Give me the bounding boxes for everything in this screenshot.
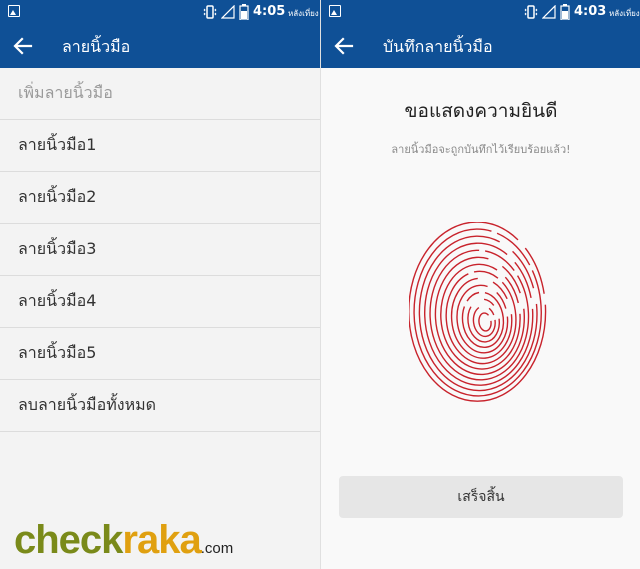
image-icon	[8, 5, 20, 17]
delete-all-fingerprints-item[interactable]: ลบลายนิ้วมือทั้งหมด	[0, 380, 320, 432]
battery-icon	[560, 4, 570, 20]
battery-icon	[239, 4, 249, 20]
fingerprint-ridge	[478, 312, 492, 332]
fingerprint-ridge	[472, 305, 496, 338]
fingerprint-item-5[interactable]: ลายนิ้วมือ5	[0, 328, 320, 380]
image-icon	[329, 5, 341, 17]
add-fingerprint-item: เพิ่มลายนิ้วมือ	[0, 68, 320, 120]
page-title: ลายนิ้วมือ	[62, 37, 131, 56]
watermark-logo: checkraka.com	[14, 518, 234, 562]
fingerprint-item-1[interactable]: ลายนิ้วมือ1	[0, 120, 320, 172]
app-bar: บันทึกลายนิ้วมือ	[321, 24, 640, 68]
fingerprint-list: เพิ่มลายนิ้วมือ ลายนิ้วมือ1 ลายนิ้วมือ2 …	[0, 68, 320, 432]
status-bar: 4:05 หลังเที่ยง	[0, 0, 320, 24]
status-bar: 4:03 หลังเที่ยง	[321, 0, 640, 24]
signal-icon	[221, 5, 235, 19]
fingerprint-saved-screen: 4:03 หลังเที่ยง บันทึกลายนิ้วมือ ขอแสดงค…	[320, 0, 640, 569]
fingerprint-ridge	[413, 228, 542, 397]
fingerprint-ridge	[450, 277, 513, 359]
signal-icon	[542, 5, 556, 19]
fingerprint-item-4[interactable]: ลายนิ้วมือ4	[0, 276, 320, 328]
status-ampm: หลังเที่ยง	[609, 9, 640, 18]
fingerprint-ridge	[424, 242, 534, 386]
back-arrow-icon[interactable]	[12, 35, 34, 57]
page-title: บันทึกลายนิ้วมือ	[383, 37, 493, 56]
fingerprint-item-2[interactable]: ลายนิ้วมือ2	[0, 172, 320, 224]
status-time: 4:05	[253, 4, 286, 19]
fingerprint-list-screen: 4:05 หลังเที่ยง ลายนิ้วมือ เพิ่มลายนิ้วม…	[0, 0, 320, 569]
saved-message: ลายนิ้วมือจะถูกบันทึกไว้เรียบร้อยแล้ว!	[391, 143, 571, 156]
vibrate-icon	[203, 5, 217, 19]
vibrate-icon	[524, 5, 538, 19]
congratulations-heading: ขอแสดงความยินดี	[404, 100, 558, 122]
status-time: 4:03	[574, 4, 607, 19]
fingerprint-item-3[interactable]: ลายนิ้วมือ3	[0, 224, 320, 276]
status-ampm: หลังเที่ยง	[288, 9, 319, 18]
fingerprint-icon	[409, 222, 547, 402]
done-button[interactable]: เสร็จสิ้น	[339, 476, 623, 518]
back-arrow-icon[interactable]	[333, 35, 355, 57]
app-bar: ลายนิ้วมือ	[0, 24, 320, 68]
